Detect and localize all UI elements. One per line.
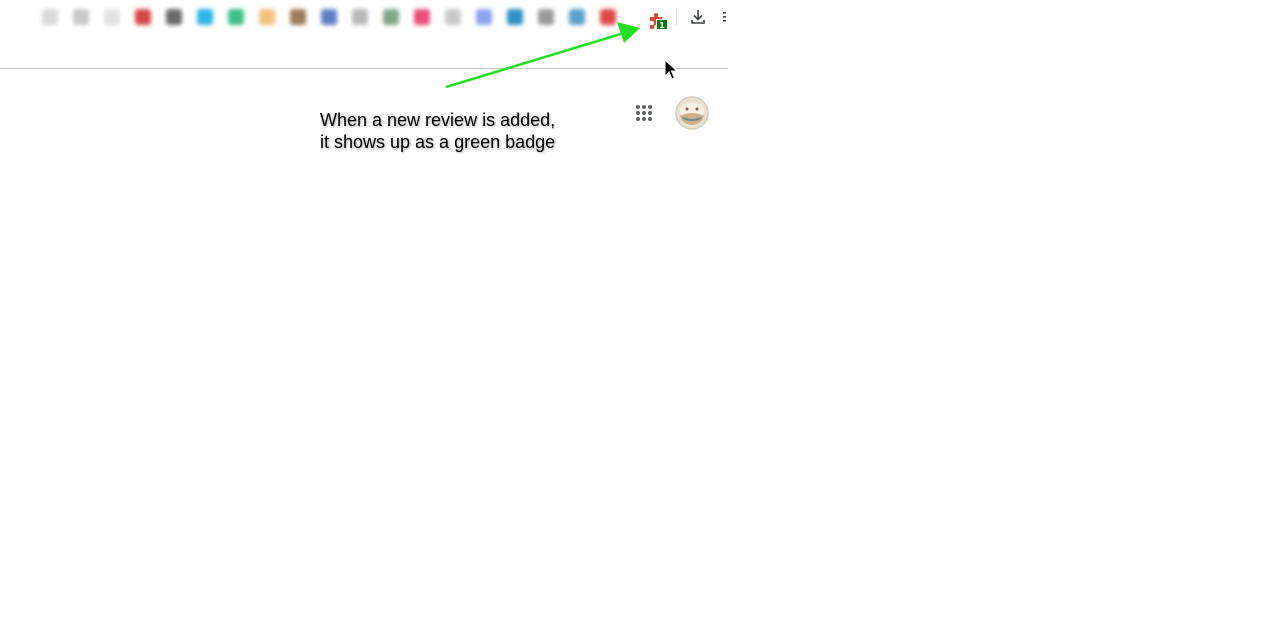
extension-icon[interactable] [166, 9, 182, 25]
extension-icon[interactable] [445, 9, 461, 25]
new-review-badge: 1 [656, 19, 668, 30]
extension-icon[interactable] [414, 9, 430, 25]
extension-icon[interactable] [73, 9, 89, 25]
extension-icon[interactable] [42, 9, 58, 25]
extension-icon[interactable] [507, 9, 523, 25]
extension-icon[interactable] [290, 9, 306, 25]
extension-icon[interactable] [538, 9, 554, 25]
screenshot-page: 1 When a new review is added, it shows u… [0, 0, 1280, 640]
extension-icon[interactable] [197, 9, 213, 25]
extension-icon[interactable] [228, 9, 244, 25]
annotation-callout: When a new review is added, it shows up … [320, 109, 610, 153]
extension-icon[interactable] [600, 9, 616, 25]
kebab-menu-icon [723, 12, 726, 22]
annotation-line-1: When a new review is added, [320, 110, 556, 130]
extension-icon[interactable] [259, 9, 275, 25]
browser-toolbar: 1 [0, 0, 728, 68]
profile-avatar[interactable] [675, 96, 709, 130]
download-icon [691, 10, 705, 24]
annotation-line-2: it shows up as a green badge [320, 132, 556, 152]
extension-icon[interactable] [104, 9, 120, 25]
extension-icon[interactable] [476, 9, 492, 25]
extension-icon[interactable] [569, 9, 585, 25]
apps-grid-icon [636, 105, 652, 121]
google-apps-button[interactable] [632, 101, 656, 125]
extension-icon[interactable] [352, 9, 368, 25]
profile-avatar-icon [675, 96, 709, 130]
toolbar-separator [676, 9, 677, 25]
extensions-strip [0, 0, 640, 34]
extension-icon[interactable] [135, 9, 151, 25]
extension-icon[interactable] [321, 9, 337, 25]
toolbar-bottom-border [0, 68, 728, 69]
browser-menu-button[interactable] [718, 7, 728, 27]
downloads-button[interactable] [688, 7, 708, 27]
extension-icon[interactable] [383, 9, 399, 25]
